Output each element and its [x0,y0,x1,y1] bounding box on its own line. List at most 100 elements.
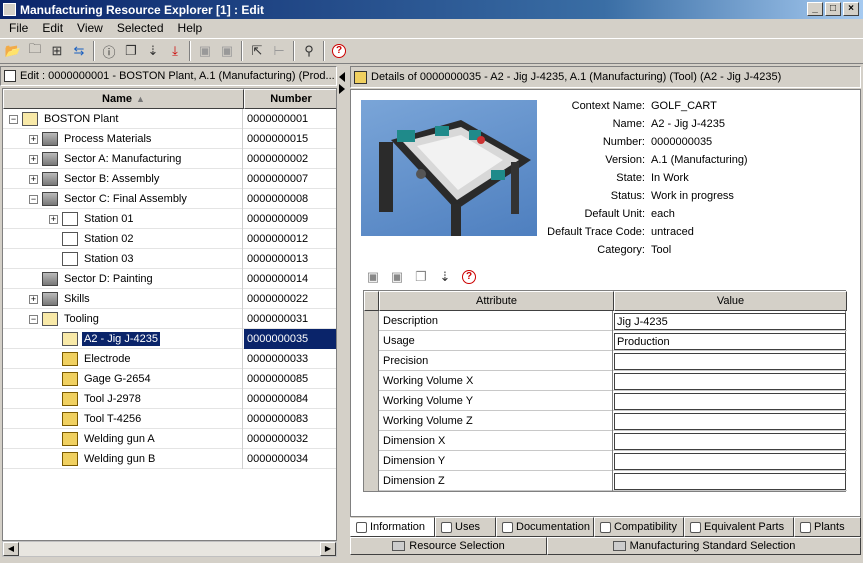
tree-row[interactable]: Welding gun A 0000000032 [3,429,336,449]
binoculars-icon[interactable]: ⚲ [298,40,320,62]
grid-value-field[interactable]: Jig J-4235 [614,313,846,330]
menu-selected[interactable]: Selected [110,21,171,35]
minimize-button[interactable]: _ [807,2,823,16]
grid-row-header[interactable] [364,391,379,411]
help-icon[interactable]: ? [328,40,350,62]
tree-row[interactable]: Sector D: Painting 0000000014 [3,269,336,289]
info-icon[interactable]: ⓘ [98,40,120,62]
collapse-icon[interactable]: − [29,194,38,204]
remove-icon[interactable]: ⤓ [164,40,186,62]
grid-row-header[interactable] [364,351,379,371]
maximize-button[interactable]: □ [825,2,841,16]
grid-header-attribute[interactable]: Attribute [379,291,614,311]
tree-row[interactable]: + Sector A: Manufacturing 0000000002 [3,149,336,169]
grid-help-icon[interactable]: ? [459,267,479,287]
tab-documentation[interactable]: Documentation [496,517,594,537]
grid-value-field[interactable] [614,413,846,430]
tab-equivalent-parts[interactable]: Equivalent Parts [684,517,794,537]
grid-row-header[interactable] [364,371,379,391]
grid-value-field[interactable] [614,393,846,410]
tree-row[interactable]: + Skills 0000000022 [3,289,336,309]
grid-row-header[interactable] [364,411,379,431]
grid-header-value[interactable]: Value [614,291,847,311]
tool-icon [62,372,78,386]
grid-row-header[interactable] [364,311,379,331]
tab-resource-selection[interactable]: Resource Selection [350,537,547,555]
tree-row-number: 0000000035 [244,329,336,349]
tree-row[interactable]: − Tooling 0000000031 [3,309,336,329]
expand-icon[interactable]: + [29,294,38,304]
tree-row[interactable]: Tool T-4256 0000000083 [3,409,336,429]
tree-row[interactable]: Station 03 0000000013 [3,249,336,269]
tab-manufacturing-standard-selection[interactable]: Manufacturing Standard Selection [547,537,861,555]
column-header-name[interactable]: Name ▲ [3,89,244,109]
folder-icon[interactable]: 🗀 [24,40,46,62]
tree-row[interactable]: + Sector B: Assembly 0000000007 [3,169,336,189]
scroll-left-arrow[interactable]: ◀ [3,542,19,556]
menu-help[interactable]: Help [171,21,210,35]
tab-plants[interactable]: Plants [794,517,861,537]
grid-value-field[interactable] [614,433,846,450]
tree-row[interactable]: Tool J-2978 0000000084 [3,389,336,409]
tree-row[interactable]: + Process Materials 0000000015 [3,129,336,149]
grid-value-field[interactable]: Production [614,333,846,350]
grid-insert-icon[interactable]: ⇣ [435,267,455,287]
tab-uses[interactable]: Uses [435,517,496,537]
tree-row[interactable]: A2 - Jig J-4235 0000000035 [3,329,336,349]
tree-row[interactable]: Welding gun B 0000000034 [3,449,336,469]
property-row: Context Name: GOLF_CART [539,100,859,118]
copy-icon[interactable]: ❐ [120,40,142,62]
pointer-tree-icon[interactable]: ⇱ [246,40,268,62]
tree-icon[interactable]: ⊢ [268,40,290,62]
horizontal-scrollbar[interactable]: ◀ ▶ [2,541,337,557]
collapse-left-arrow-icon[interactable] [339,72,345,82]
grid-row-header[interactable] [364,471,379,491]
grid-row-header[interactable] [364,451,379,471]
grid-check-in-icon[interactable]: ▣ [387,267,407,287]
tree-row-name-cell: + Skills [3,289,243,309]
panel-splitter[interactable] [338,66,348,557]
tab-information[interactable]: Information [350,517,435,537]
property-row: Status: Work in progress [539,190,859,208]
check-out-icon[interactable]: ▣ [194,40,216,62]
tree-row[interactable]: + Station 01 0000000009 [3,209,336,229]
property-value: Tool [651,244,672,256]
expand-icon[interactable]: + [29,134,38,144]
expand-icon[interactable]: + [29,154,38,164]
expand-icon[interactable]: + [49,214,58,224]
scroll-right-arrow[interactable]: ▶ [320,542,336,556]
menu-file[interactable]: File [2,21,35,35]
collapse-right-arrow-icon[interactable] [339,84,345,94]
open-folder-icon[interactable]: 📂 [2,40,24,62]
grid-value-field[interactable] [614,473,846,490]
tree-row[interactable]: Electrode 0000000033 [3,349,336,369]
tab-compatibility[interactable]: Compatibility [594,517,684,537]
grid-row-header[interactable] [364,331,379,351]
check-in-icon[interactable]: ▣ [216,40,238,62]
grid-row-header[interactable] [364,431,379,451]
structure-icon[interactable]: ⊞ [46,40,68,62]
sort-ascending-icon: ▲ [136,94,145,104]
grid-value-field[interactable] [614,353,846,370]
tree-row-name-cell: + Sector A: Manufacturing [3,149,243,169]
insert-icon[interactable]: ⇣ [142,40,164,62]
property-row: State: In Work [539,172,859,190]
grid-row: Dimension Z [364,471,847,491]
tree-row[interactable]: − Sector C: Final Assembly 0000000008 [3,189,336,209]
grid-value-field[interactable] [614,453,846,470]
tree-row[interactable]: Station 02 0000000012 [3,229,336,249]
menu-edit[interactable]: Edit [35,21,70,35]
column-header-number[interactable]: Number [244,89,336,109]
resource-tree[interactable]: Name ▲ Number − BOSTON Plant 0000000001 + Pr… [2,88,337,541]
expand-icon[interactable]: + [29,174,38,184]
collapse-icon[interactable]: − [29,314,38,324]
grid-check-out-icon[interactable]: ▣ [363,267,383,287]
grid-value-field[interactable] [614,373,846,390]
close-button[interactable]: × [843,2,859,16]
collapse-icon[interactable]: − [9,114,18,124]
tree-row[interactable]: Gage G-2654 0000000085 [3,369,336,389]
grid-copy-icon[interactable]: ❐ [411,267,431,287]
menu-view[interactable]: View [70,21,110,35]
tree-row[interactable]: − BOSTON Plant 0000000001 [3,109,336,129]
refresh-icon[interactable]: ⇆ [68,40,90,62]
